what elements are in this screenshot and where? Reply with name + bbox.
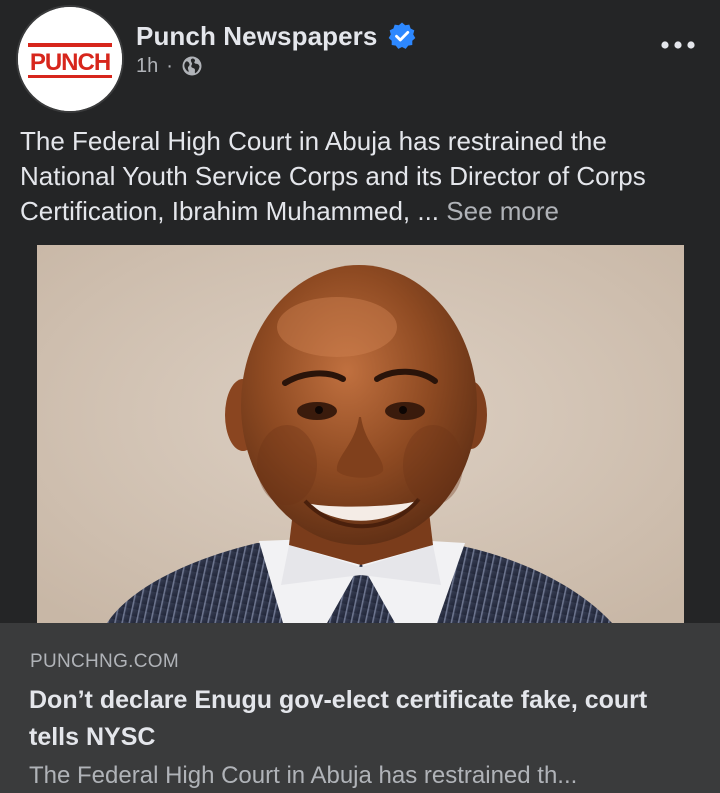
post-image[interactable]	[37, 245, 684, 623]
link-title[interactable]: Don’t declare Enugu gov-elect certificat…	[29, 682, 689, 756]
verified-badge-icon	[389, 22, 416, 49]
post-header: PUNCH Punch Newspapers 1h ·	[0, 0, 720, 120]
link-description: The Federal High Court in Abuja has rest…	[29, 762, 578, 789]
globe-icon	[182, 56, 202, 76]
see-more-link[interactable]: See more	[446, 196, 559, 226]
meta-separator: ·	[166, 54, 173, 77]
punch-logo-text: PUNCH	[30, 49, 110, 76]
more-options-button[interactable]	[655, 30, 701, 60]
post-meta: 1h ·	[136, 52, 203, 80]
feed-post: PUNCH Punch Newspapers 1h · The Federal …	[0, 0, 720, 793]
link-domain: PUNCHNG.COM	[30, 651, 179, 672]
post-time[interactable]: 1h	[136, 55, 158, 78]
post-text: The Federal High Court in Abuja has rest…	[20, 124, 705, 229]
page-avatar[interactable]: PUNCH	[18, 7, 122, 111]
punch-logo: PUNCH	[18, 7, 122, 111]
page-name[interactable]: Punch Newspapers	[136, 21, 377, 52]
page-name-row: Punch Newspapers	[136, 18, 417, 54]
more-horizontal-icon	[661, 41, 695, 49]
portrait-photo	[37, 245, 684, 623]
